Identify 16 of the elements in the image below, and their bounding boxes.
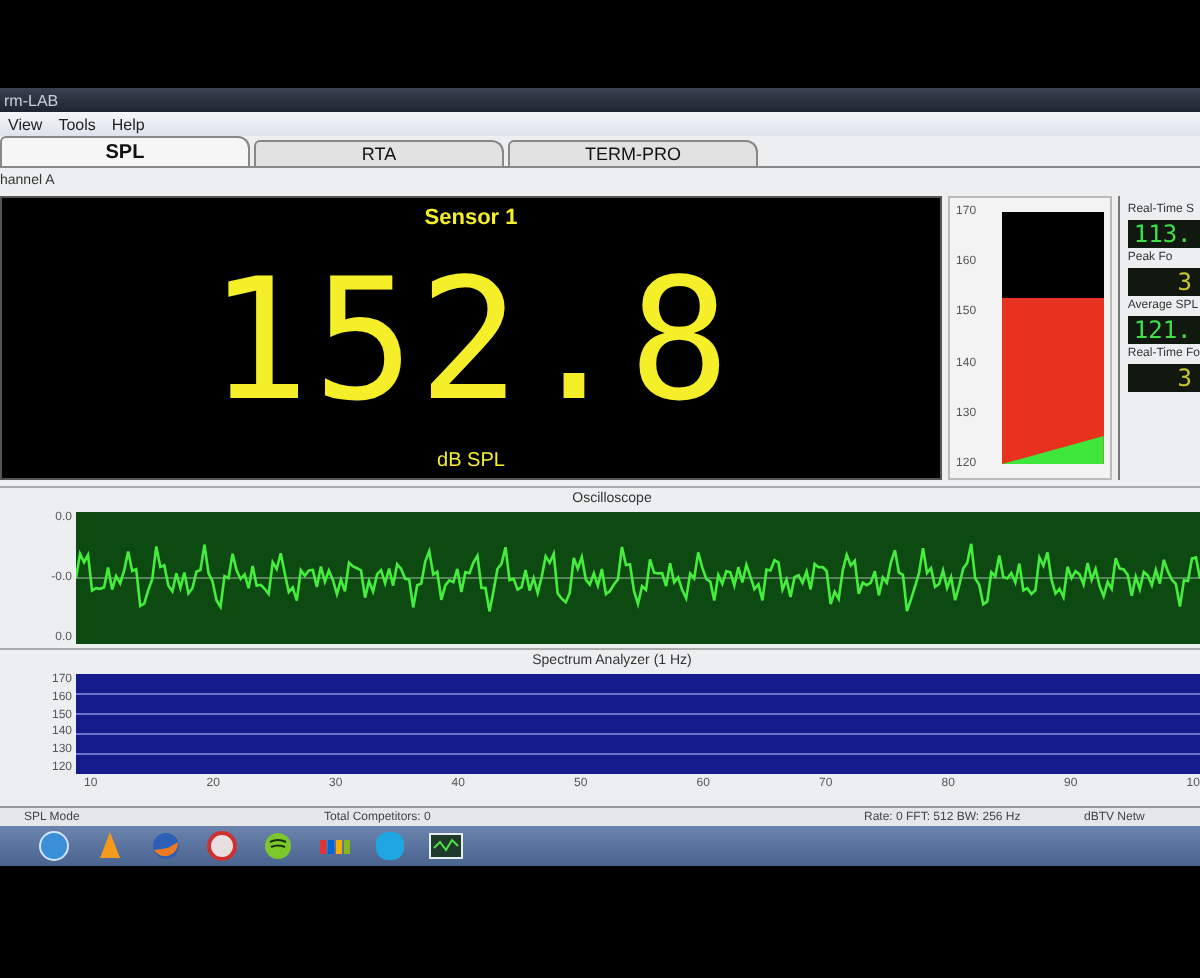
menu-item[interactable]: Help [111,115,145,133]
window-title: rm-LAB [4,91,59,109]
tab[interactable]: TERM-PRO [508,140,758,166]
readout-value: 113. [1127,220,1200,248]
tab[interactable]: RTA [254,140,504,166]
sensor-label: Sensor 1 [424,206,518,230]
waveform-icon[interactable] [424,830,468,862]
menu-item[interactable]: Tools [58,115,96,133]
tab[interactable]: SPL [0,136,250,166]
readout-value: 3 [1127,268,1200,296]
readout-value: 3 [1127,364,1200,392]
wedge-icon [1002,436,1104,464]
unit-label: dB SPL [437,450,505,472]
readout-value: 121. [1127,316,1200,344]
spl-reading: 152.8 [208,256,734,424]
menu-item[interactable]: View [8,115,43,133]
